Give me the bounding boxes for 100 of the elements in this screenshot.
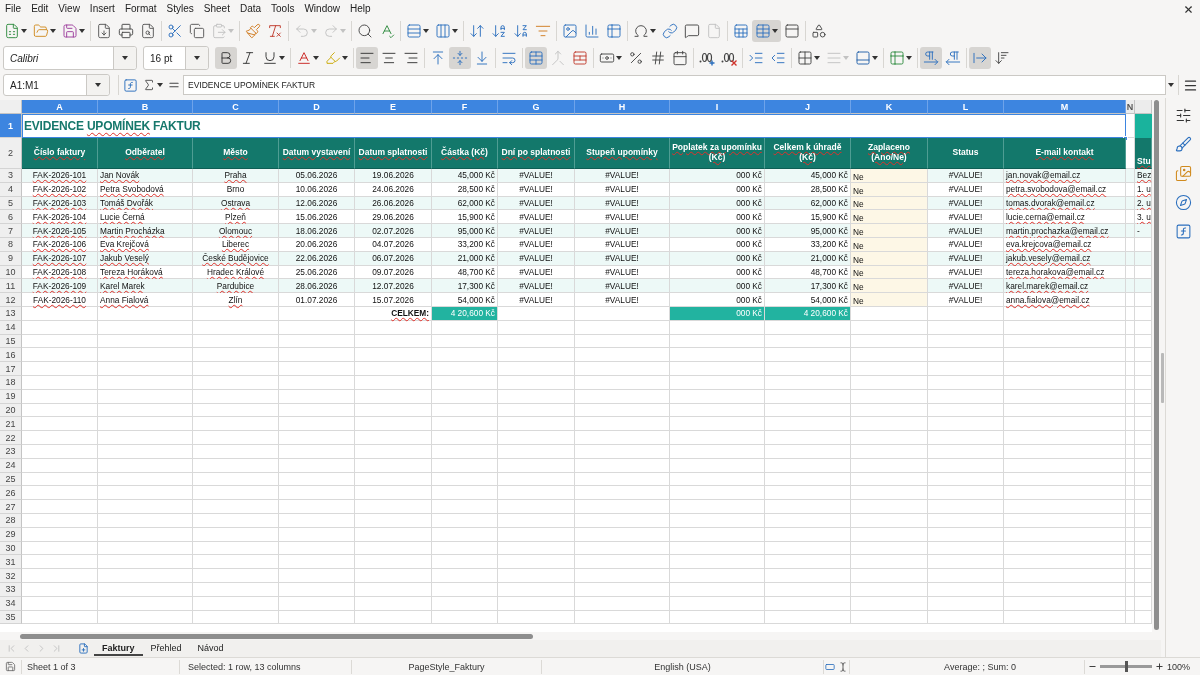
row-header[interactable]: 3: [0, 169, 22, 183]
column-header[interactable]: B: [98, 100, 193, 114]
menu-item[interactable]: Format: [119, 0, 162, 18]
menu-item[interactable]: Insert: [84, 0, 120, 18]
column-header[interactable]: A: [22, 100, 98, 114]
table-cell: 000 Kč: [670, 293, 765, 307]
table-cell: [432, 486, 498, 501]
row-header[interactable]: 26: [0, 486, 22, 501]
table-cell: -: [1135, 224, 1152, 238]
table-cell: #VALUE!: [928, 238, 1004, 252]
row-header[interactable]: 22: [0, 431, 22, 445]
table-cell: [1135, 403, 1152, 418]
menu-item[interactable]: Styles: [161, 0, 199, 18]
name-box[interactable]: A1:M1: [3, 74, 110, 96]
table-cell: [1126, 238, 1135, 252]
caret-icon: [311, 29, 317, 33]
row-header[interactable]: 6: [0, 210, 22, 225]
table-cell: [1126, 444, 1135, 459]
table-cell: #VALUE!: [928, 293, 1004, 307]
menu-item[interactable]: Edit: [26, 0, 54, 18]
table-cell: #VALUE!: [575, 238, 670, 252]
row-header[interactable]: 11: [0, 279, 22, 294]
table-cell: FAK-2026-107: [22, 251, 98, 266]
table-cell: FAK-2026-101: [22, 169, 98, 183]
row-header[interactable]: 27: [0, 500, 22, 514]
caret-icon: [772, 29, 778, 33]
menu-item[interactable]: Sheet: [198, 0, 235, 18]
table-cell: [1126, 293, 1135, 307]
table-cell: [1135, 541, 1152, 556]
font-size-combo[interactable]: 16 pt: [143, 46, 209, 70]
sheet-tab[interactable]: Přehled: [142, 641, 190, 656]
row-header[interactable]: 32: [0, 569, 22, 583]
table-cell: [432, 582, 498, 597]
table-cell: [432, 527, 498, 542]
table-cell: #VALUE!: [498, 182, 575, 197]
table-cell: eva.krejcova@email.cz: [1004, 238, 1126, 252]
table-cell: Zlín: [193, 293, 279, 307]
column-header[interactable]: G: [498, 100, 575, 114]
header-cell: Město: [193, 138, 279, 169]
horizontal-scrollbar[interactable]: [20, 633, 533, 639]
menu-item[interactable]: Window: [299, 0, 345, 18]
title-cell[interactable]: EVIDENCE UPOMÍNEK FAKTUR: [22, 114, 1126, 138]
column-header[interactable]: K: [851, 100, 928, 114]
menu-item[interactable]: View: [53, 0, 85, 18]
row-header[interactable]: 31: [0, 555, 22, 570]
column-header[interactable]: E: [355, 100, 432, 114]
table-cell: Jakub Veselý: [98, 251, 193, 266]
table-cell: [432, 348, 498, 363]
table-cell: [1126, 334, 1135, 349]
column-header[interactable]: J: [765, 100, 851, 114]
table-cell: 33,200 Kč: [432, 238, 498, 252]
zoom-slider-thumb[interactable]: [1124, 661, 1128, 672]
close-icon: [1182, 3, 1194, 15]
table-cell: [1135, 362, 1152, 376]
column-header[interactable]: M: [1004, 100, 1126, 114]
language-label: English (USA): [654, 661, 711, 672]
zoom-in-icon[interactable]: [1155, 662, 1164, 671]
row-header[interactable]: 16: [0, 348, 22, 363]
column-header[interactable]: I: [670, 100, 765, 114]
vertical-scrollbar[interactable]: [1154, 100, 1159, 630]
table-cell: 000 Kč: [670, 238, 765, 252]
font-name-combo[interactable]: Calibri: [3, 46, 137, 70]
table-cell: [432, 334, 498, 349]
table-cell: [432, 610, 498, 625]
column-header[interactable]: H: [575, 100, 670, 114]
sheet-count-label: Sheet 1 of 3: [27, 661, 76, 672]
formula-input[interactable]: EVIDENCE UPOMÍNEK FAKTUR: [183, 75, 1166, 95]
table-cell: [432, 417, 498, 432]
table-cell: [1126, 251, 1135, 266]
row-header[interactable]: 1: [0, 114, 22, 138]
row-header[interactable]: 7: [0, 224, 22, 238]
menu-item[interactable]: File: [0, 0, 27, 18]
brush-icon: [1174, 135, 1192, 153]
table-cell: Praha: [193, 169, 279, 183]
row-header[interactable]: 12: [0, 293, 22, 307]
table-cell: [1126, 610, 1135, 625]
sheet-tab[interactable]: Návod: [189, 641, 232, 656]
caret-icon: [79, 29, 85, 33]
header-cell: Číslo faktury: [22, 138, 98, 169]
menu-item[interactable]: Help: [345, 0, 376, 18]
row-header[interactable]: 21: [0, 417, 22, 432]
row-header[interactable]: 17: [0, 362, 22, 376]
menu-item[interactable]: Tools: [266, 0, 300, 18]
caret-icon: [650, 29, 656, 33]
table-cell: 000 Kč: [670, 182, 765, 197]
sheet-tab[interactable]: Faktury: [94, 641, 143, 656]
menu-icon: [1183, 77, 1198, 93]
table-cell: #VALUE!: [498, 224, 575, 238]
caret-icon: [228, 29, 234, 33]
sidebar-grip[interactable]: [1161, 352, 1164, 403]
column-header[interactable]: L: [928, 100, 1004, 114]
table-cell: Martin Procházka: [98, 224, 193, 238]
menu-item[interactable]: Data: [234, 0, 267, 18]
column-header[interactable]: F: [432, 100, 498, 114]
row-header[interactable]: 2: [0, 138, 22, 169]
table-cell: 54,000 Kč: [432, 293, 498, 307]
table-cell: [1126, 472, 1135, 487]
freeze-panes-button[interactable]: [752, 20, 781, 42]
column-header[interactable]: D: [279, 100, 355, 114]
column-header[interactable]: C: [193, 100, 279, 114]
